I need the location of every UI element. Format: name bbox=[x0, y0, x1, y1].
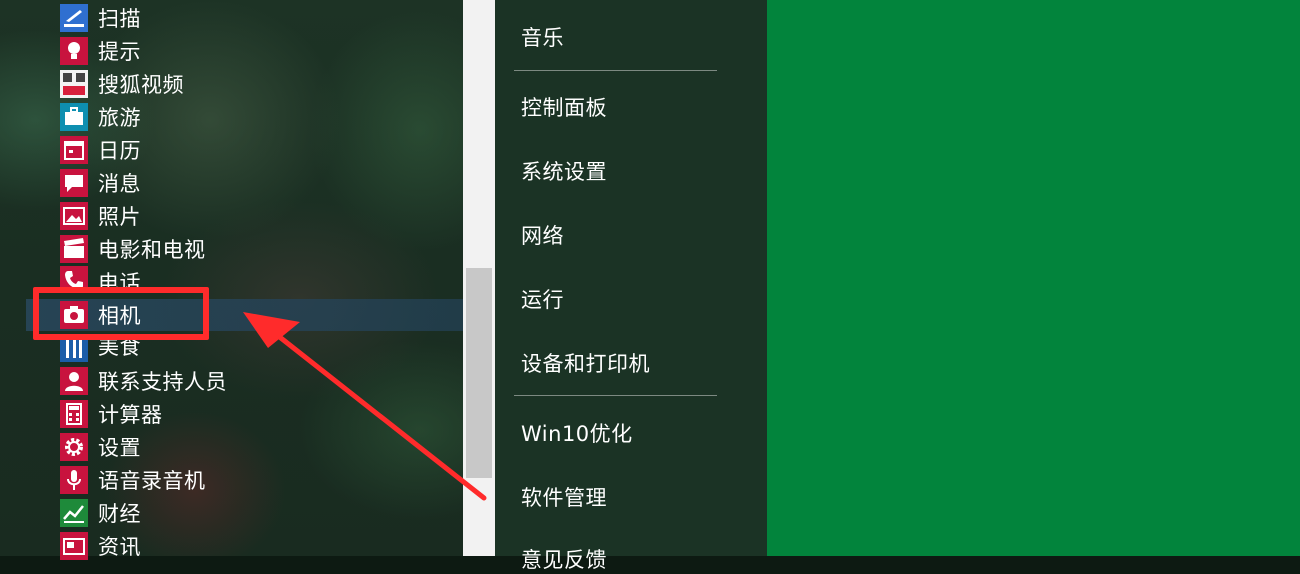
menu-item-devices-printers[interactable]: 设备和打印机 bbox=[521, 348, 650, 378]
app-item-calculator[interactable]: 计算器 bbox=[60, 399, 460, 429]
gear-icon bbox=[60, 433, 88, 461]
app-item-voice-recorder[interactable]: 语音录音机 bbox=[60, 465, 460, 495]
app-label: 电话 bbox=[98, 271, 141, 288]
food-icon bbox=[60, 338, 88, 362]
sohu-video-icon bbox=[60, 70, 88, 98]
suitcase-icon bbox=[60, 103, 88, 131]
app-label: 联系支持人员 bbox=[98, 370, 227, 394]
menu-divider bbox=[514, 70, 717, 71]
app-label: 电影和电视 bbox=[98, 238, 206, 262]
menu-item-feedback[interactable]: 意见反馈 bbox=[521, 544, 607, 574]
menu-item-system-settings[interactable]: 系统设置 bbox=[521, 156, 607, 186]
menu-item-run[interactable]: 运行 bbox=[521, 284, 564, 314]
finance-chart-icon bbox=[60, 499, 88, 527]
calculator-icon bbox=[60, 400, 88, 428]
menu-item-win10-optimize[interactable]: Win10优化 bbox=[521, 418, 633, 448]
menu-item-music[interactable]: 音乐 bbox=[521, 22, 564, 52]
live-tile-area[interactable] bbox=[767, 0, 1300, 556]
app-item-news[interactable]: 资讯 bbox=[60, 531, 460, 561]
app-label: 提示 bbox=[98, 40, 141, 64]
app-item-photos[interactable]: 照片 bbox=[60, 201, 460, 231]
scan-icon bbox=[60, 4, 88, 32]
app-item-messaging[interactable]: 消息 bbox=[60, 168, 460, 198]
app-label: 资讯 bbox=[98, 535, 141, 559]
app-label: 照片 bbox=[98, 205, 141, 229]
app-item-calendar[interactable]: 日历 bbox=[60, 135, 460, 165]
menu-divider bbox=[514, 395, 717, 396]
menu-item-software-manager[interactable]: 软件管理 bbox=[521, 482, 607, 512]
app-item-phone[interactable]: 电话 bbox=[60, 266, 460, 288]
scrollbar-thumb[interactable] bbox=[466, 268, 492, 478]
app-item-contact-support[interactable]: 联系支持人员 bbox=[60, 366, 460, 396]
app-label: 美食 bbox=[98, 338, 141, 359]
app-label: 搜狐视频 bbox=[98, 73, 184, 97]
app-item-food[interactable]: 美食 bbox=[60, 338, 460, 362]
clapperboard-icon bbox=[60, 235, 88, 263]
app-label: 日历 bbox=[98, 139, 141, 163]
app-label: 设置 bbox=[98, 436, 141, 460]
app-item-tips[interactable]: 提示 bbox=[60, 36, 460, 66]
app-label: 扫描 bbox=[98, 7, 141, 31]
support-person-icon bbox=[60, 367, 88, 395]
app-label: 财经 bbox=[98, 502, 141, 526]
microphone-icon bbox=[60, 466, 88, 494]
app-item-travel[interactable]: 旅游 bbox=[60, 102, 460, 132]
app-item-settings[interactable]: 设置 bbox=[60, 432, 460, 462]
app-label: 计算器 bbox=[98, 403, 163, 427]
menu-item-network[interactable]: 网络 bbox=[521, 220, 564, 250]
app-item-finance[interactable]: 财经 bbox=[60, 498, 460, 528]
calendar-icon bbox=[60, 136, 88, 164]
message-icon bbox=[60, 169, 88, 197]
app-item-scan[interactable]: 扫描 bbox=[60, 3, 460, 33]
app-item-sohu-video[interactable]: 搜狐视频 bbox=[60, 69, 460, 99]
photo-icon bbox=[60, 202, 88, 230]
lightbulb-icon bbox=[60, 37, 88, 65]
menu-item-control-panel[interactable]: 控制面板 bbox=[521, 92, 607, 122]
highlight-box bbox=[33, 287, 209, 340]
app-item-movies-tv[interactable]: 电影和电视 bbox=[60, 234, 460, 264]
quick-menu: 音乐 控制面板 系统设置 网络 运行 设备和打印机 Win10优化 软件管理 意… bbox=[495, 0, 767, 572]
app-label: 消息 bbox=[98, 172, 141, 196]
app-label: 旅游 bbox=[98, 106, 141, 130]
app-label: 语音录音机 bbox=[98, 469, 206, 493]
phone-icon bbox=[60, 266, 88, 288]
